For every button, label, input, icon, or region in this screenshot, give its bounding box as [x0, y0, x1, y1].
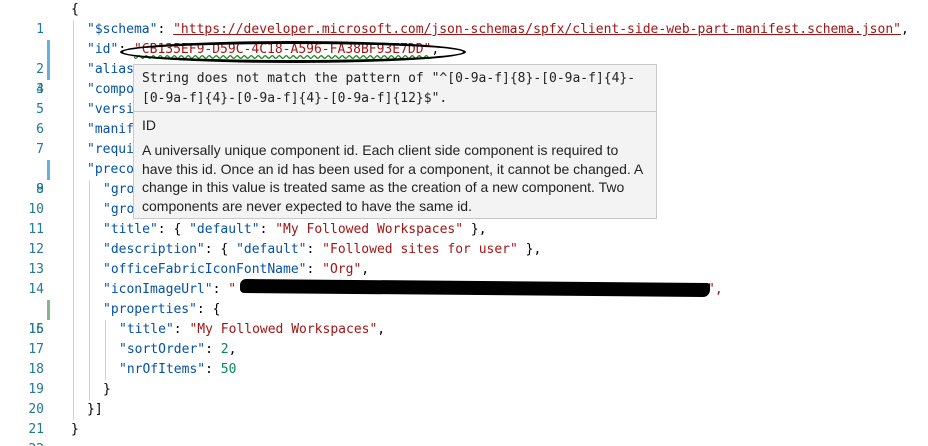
line-content: "properties": {	[103, 302, 221, 317]
line-content: "iconImageUrl": "	[103, 282, 237, 297]
line-number: 22	[0, 440, 44, 446]
tooltip-divider	[134, 111, 656, 112]
code-line-19[interactable]: 19 "nrOfItems": 50	[0, 360, 928, 397]
code-line-20[interactable]: 20 }	[0, 380, 928, 417]
code-line-12[interactable]: 12 "title": { "default": "My Followed Wo…	[0, 220, 928, 257]
line-content: }]	[87, 402, 103, 417]
code-line-2[interactable]: 2 "$schema": "https://developer.microsof…	[0, 20, 928, 77]
line-content: }	[103, 382, 111, 397]
line-content: "$schema": "https://developer.microsoft.…	[87, 22, 909, 37]
line-content: "title": { "default": "My Followed Works…	[103, 222, 487, 237]
line-content: {	[71, 2, 79, 17]
line-content: "requi	[87, 142, 134, 157]
code-line-1[interactable]: 1 {	[0, 0, 928, 37]
line-content: "gro	[103, 202, 135, 217]
code-editor[interactable]: 1 { 2 "$schema": "https://developer.micr…	[0, 0, 928, 446]
line-content: "nrOfItems": 50	[119, 362, 237, 377]
line-content: "description": { "default": "Followed si…	[103, 242, 542, 257]
code-line-21[interactable]: 21 }]	[0, 400, 928, 437]
code-line-16[interactable]: 16 "properties": {	[0, 300, 928, 337]
line-content: "gro	[103, 182, 135, 197]
annotation-ellipse	[120, 41, 466, 63]
tooltip-description: A universally unique component id. Each …	[142, 142, 643, 214]
line-content: "title": "My Followed Workspaces",	[119, 322, 386, 337]
line-content: "versi	[87, 102, 134, 117]
line-content: }	[71, 422, 79, 437]
code-line-13[interactable]: 13 "description": { "default": "Followed…	[0, 240, 928, 277]
hover-tooltip[interactable]: String does not match the pattern of "^[…	[133, 64, 657, 219]
line-content: "alias	[87, 62, 134, 77]
code-line-22[interactable]: 22 }	[0, 420, 928, 446]
line-content: "sortOrder": 2,	[119, 342, 237, 357]
line-content: "preco	[87, 162, 134, 177]
schema-link[interactable]: "https://developer.microsoft.com/json-sc…	[173, 22, 901, 37]
line-content: "compo	[87, 82, 134, 97]
code-line-17[interactable]: 17 "title": "My Followed Workspaces",	[0, 320, 928, 357]
line-content: "manif	[87, 122, 134, 137]
code-line-14[interactable]: 14 "officeFabricIconFontName": "Org",	[0, 260, 928, 297]
line-content: "officeFabricIconFontName": "Org",	[103, 262, 370, 277]
tooltip-title: ID	[142, 117, 156, 133]
code-line-18[interactable]: 18 "sortOrder": 2,	[0, 340, 928, 377]
validation-error-message: String does not match the pattern of "^[…	[142, 71, 636, 106]
